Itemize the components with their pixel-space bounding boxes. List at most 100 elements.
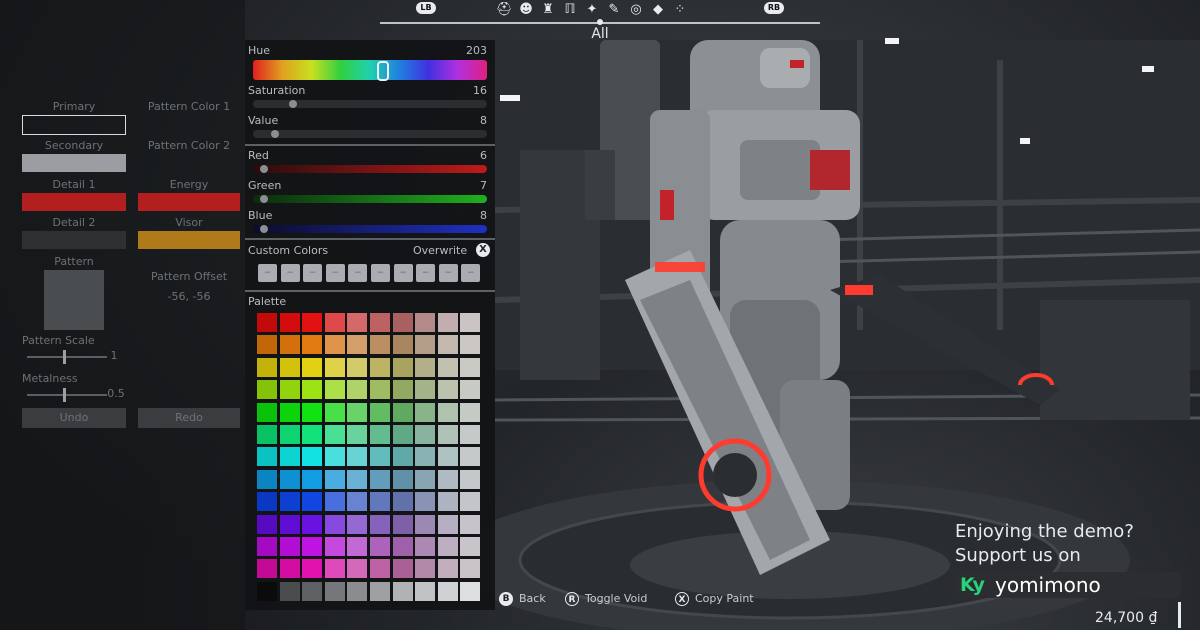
palette-swatch[interactable] <box>460 425 481 444</box>
palette-swatch[interactable] <box>302 335 323 355</box>
palette-swatch[interactable] <box>370 581 390 601</box>
green-knob[interactable] <box>260 195 268 203</box>
palette-swatch[interactable] <box>392 380 413 400</box>
palette-swatch[interactable] <box>415 380 436 400</box>
palette-swatch[interactable] <box>460 447 481 467</box>
palette-swatch[interactable] <box>302 313 323 332</box>
blue-slider[interactable] <box>253 225 487 233</box>
hue-knob[interactable] <box>377 61 389 81</box>
palette-swatch[interactable] <box>324 380 345 400</box>
palette-swatch[interactable] <box>392 357 413 377</box>
palette-swatch[interactable] <box>279 402 300 422</box>
palette-swatch[interactable] <box>347 357 368 377</box>
red-slider[interactable] <box>253 165 487 173</box>
palette-swatch[interactable] <box>370 559 390 579</box>
palette-swatch[interactable] <box>392 581 413 601</box>
palette-swatch[interactable] <box>279 492 300 512</box>
palette-swatch[interactable] <box>347 425 368 444</box>
palette-swatch[interactable] <box>437 537 458 556</box>
palette-swatch[interactable] <box>437 492 458 512</box>
metalness-knob[interactable] <box>63 388 66 402</box>
pattern-preview[interactable] <box>44 270 104 330</box>
palette-swatch[interactable] <box>279 469 300 489</box>
energy-swatch[interactable] <box>138 193 240 211</box>
palette-swatch[interactable] <box>324 469 345 489</box>
overwrite-x-button[interactable]: X <box>476 243 490 257</box>
palette-swatch[interactable] <box>324 492 345 512</box>
custom-color-slot[interactable]: − <box>393 264 413 282</box>
palette-swatch[interactable] <box>370 402 390 422</box>
palette-swatch[interactable] <box>302 357 323 377</box>
pattern-scale-slider[interactable] <box>27 350 107 364</box>
palette-swatch[interactable] <box>347 469 368 489</box>
palette-swatch[interactable] <box>460 492 481 512</box>
palette-swatch[interactable] <box>392 313 413 332</box>
back-hint[interactable]: Back <box>519 592 546 605</box>
palette-swatch[interactable] <box>392 447 413 467</box>
palette-swatch[interactable] <box>279 447 300 467</box>
palette-swatch[interactable] <box>347 559 368 579</box>
undo-button[interactable]: Undo <box>22 408 126 428</box>
palette-swatch[interactable] <box>370 514 390 534</box>
custom-color-slot[interactable]: − <box>416 264 436 282</box>
palette-swatch[interactable] <box>437 425 458 444</box>
palette-swatch[interactable] <box>460 537 481 556</box>
palette-swatch[interactable] <box>415 402 436 422</box>
lb-button[interactable]: LB <box>416 2 436 14</box>
palette-swatch[interactable] <box>437 335 458 355</box>
hue-slider[interactable] <box>253 60 487 81</box>
saturation-knob[interactable] <box>289 100 297 108</box>
palette-swatch[interactable] <box>347 537 368 556</box>
custom-color-slot[interactable]: − <box>303 264 323 282</box>
palette-swatch[interactable] <box>279 335 300 355</box>
palette-swatch[interactable] <box>415 559 436 579</box>
blue-knob[interactable] <box>260 225 268 233</box>
palette-swatch[interactable] <box>415 581 436 601</box>
palette-swatch[interactable] <box>302 380 323 400</box>
palette-swatch[interactable] <box>257 313 277 332</box>
palette-swatch[interactable] <box>302 402 323 422</box>
green-slider[interactable] <box>253 195 487 203</box>
palette-swatch[interactable] <box>302 447 323 467</box>
palette-swatch[interactable] <box>347 447 368 467</box>
palette-swatch[interactable] <box>324 581 345 601</box>
pattern-scale-knob[interactable] <box>63 350 66 364</box>
palette-swatch[interactable] <box>257 559 277 579</box>
palette-swatch[interactable] <box>257 581 277 601</box>
arm-icon[interactable]: ✦ <box>584 2 600 18</box>
value-knob[interactable] <box>271 130 279 138</box>
palette-swatch[interactable] <box>347 492 368 512</box>
palette-swatch[interactable] <box>302 559 323 579</box>
palette-swatch[interactable] <box>324 425 345 444</box>
secondary-swatch[interactable] <box>22 154 126 172</box>
palette-swatch[interactable] <box>324 402 345 422</box>
palette-swatch[interactable] <box>302 469 323 489</box>
helmet-icon[interactable]: ⛑ <box>496 2 513 18</box>
palette-swatch[interactable] <box>370 469 390 489</box>
palette-swatch[interactable] <box>415 537 436 556</box>
palette-swatch[interactable] <box>279 559 300 579</box>
palette-swatch[interactable] <box>279 581 300 601</box>
palette-swatch[interactable] <box>437 447 458 467</box>
palette-swatch[interactable] <box>279 425 300 444</box>
palette-swatch[interactable] <box>415 492 436 512</box>
detail-1-swatch[interactable] <box>22 193 126 211</box>
palette-swatch[interactable] <box>437 581 458 601</box>
palette-swatch[interactable] <box>347 581 368 601</box>
palette-swatch[interactable] <box>347 313 368 332</box>
torso-icon[interactable]: ♜ <box>540 2 556 18</box>
visor-swatch[interactable] <box>138 231 240 249</box>
saturation-slider[interactable] <box>253 100 487 108</box>
palette-swatch[interactable] <box>370 425 390 444</box>
palette-swatch[interactable] <box>392 425 413 444</box>
palette-swatch[interactable] <box>347 380 368 400</box>
palette-swatch[interactable] <box>460 380 481 400</box>
palette-swatch[interactable] <box>302 581 323 601</box>
dots-icon[interactable]: ⁘ <box>672 2 688 18</box>
target-icon[interactable]: ◎ <box>628 2 644 18</box>
custom-color-slot[interactable]: − <box>258 264 277 282</box>
palette-swatch[interactable] <box>437 357 458 377</box>
value-slider[interactable] <box>253 130 487 138</box>
palette-swatch[interactable] <box>460 402 481 422</box>
palette-swatch[interactable] <box>392 537 413 556</box>
